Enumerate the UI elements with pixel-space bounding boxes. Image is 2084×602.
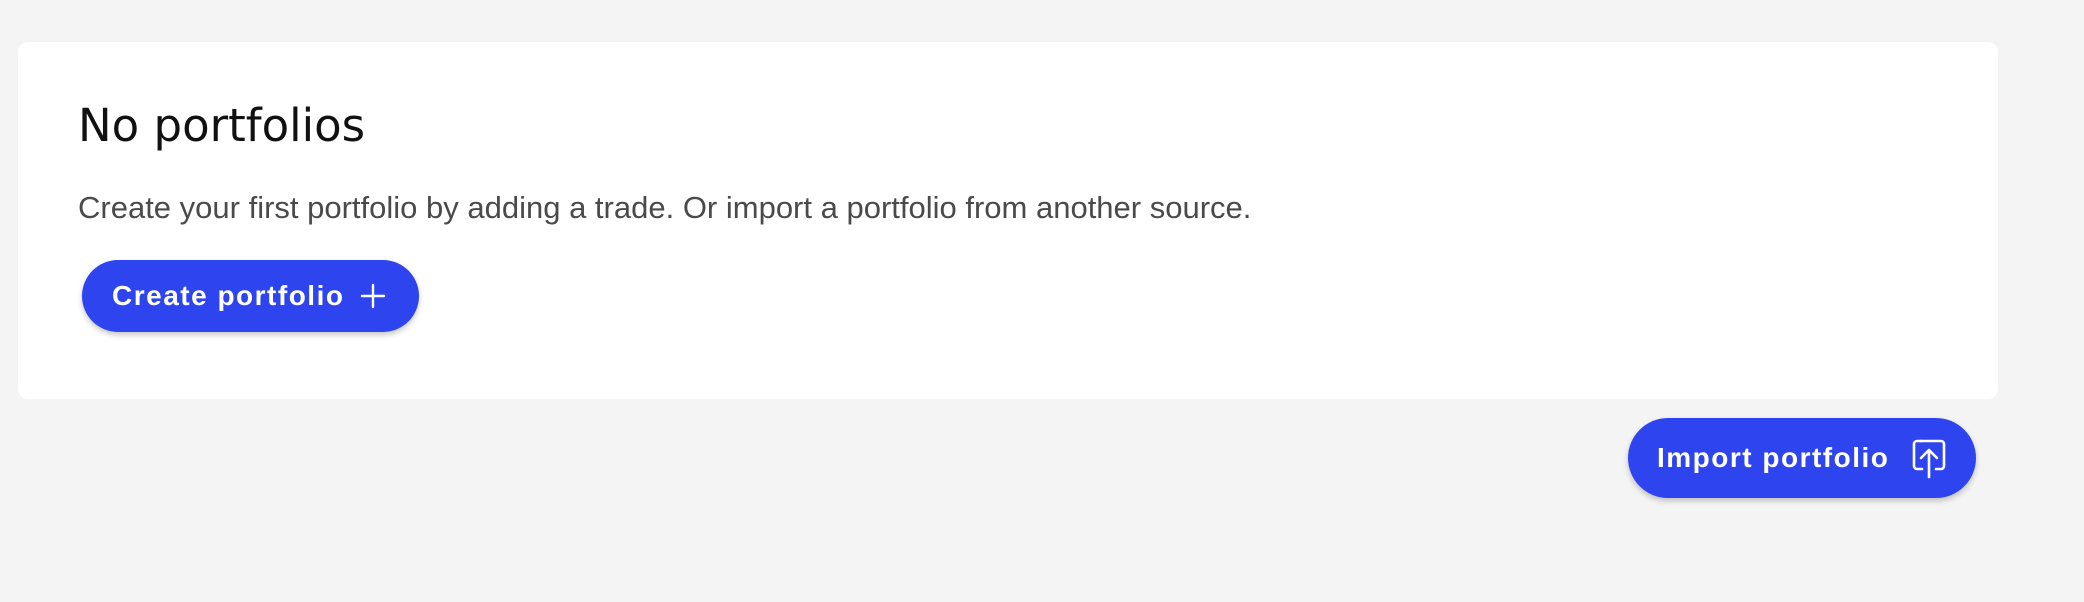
empty-state-title: No portfolios xyxy=(78,99,366,152)
upload-icon xyxy=(1911,436,1947,480)
create-portfolio-label: Create portfolio xyxy=(112,280,345,311)
import-portfolio-label: Import portfolio xyxy=(1657,442,1890,473)
create-portfolio-button[interactable]: Create portfolio xyxy=(82,260,419,332)
empty-state-card: No portfolios Create your first portfoli… xyxy=(18,42,1998,399)
empty-state-description: Create your first portfolio by adding a … xyxy=(78,190,1252,225)
import-portfolio-button[interactable]: Import portfolio xyxy=(1628,418,1976,498)
plus-icon xyxy=(360,283,386,309)
